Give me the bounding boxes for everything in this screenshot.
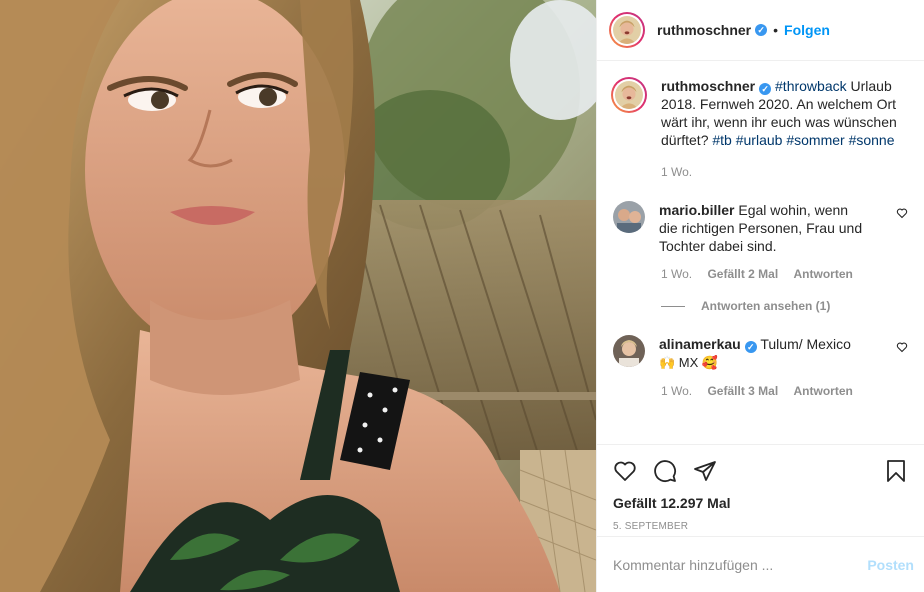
reply-button[interactable]: Antworten bbox=[794, 267, 853, 281]
comment-time[interactable]: 1 Wo. bbox=[661, 267, 692, 281]
comment-item: alinamerkau ✓ Tulum/ Mexico 🙌 MX 🥰 bbox=[611, 335, 908, 372]
view-replies[interactable]: Antworten ansehen (1) bbox=[661, 299, 908, 313]
comment-likes[interactable]: Gefällt 2 Mal bbox=[707, 267, 778, 281]
caption-text: ruthmoschner ✓ #throwback Urlaub 2018. Fe… bbox=[661, 77, 908, 149]
follow-button[interactable]: Folgen bbox=[784, 22, 830, 38]
comment-body: Tulum/ Mexico bbox=[756, 336, 851, 352]
hashtag-sonne[interactable]: #sonne bbox=[849, 132, 895, 148]
commenter-avatar[interactable] bbox=[613, 201, 645, 233]
comment-text: alinamerkau ✓ Tulum/ Mexico 🙌 MX 🥰 bbox=[659, 335, 869, 372]
heart-icon[interactable] bbox=[613, 459, 637, 483]
caption-avatar-inner bbox=[613, 79, 645, 111]
hashtag-urlaub[interactable]: #urlaub bbox=[736, 132, 783, 148]
view-replies-label: Antworten ansehen (1) bbox=[701, 299, 831, 313]
heart-icon[interactable] bbox=[896, 207, 908, 219]
comment-meta: 1 Wo. Gefällt 2 Mal Antworten bbox=[661, 267, 908, 281]
post-date[interactable]: 5. SEPTEMBER bbox=[613, 521, 908, 532]
post-photo-illustration bbox=[0, 0, 596, 592]
comments-section[interactable]: ruthmoschner ✓ #throwback Urlaub 2018. Fe… bbox=[597, 61, 924, 444]
bookmark-icon[interactable] bbox=[884, 459, 908, 483]
comment-emoji: 🙌 MX 🥰 bbox=[659, 355, 719, 370]
avatar-inner bbox=[611, 14, 643, 46]
comment-item: mario.biller Egal wohin, wenn die richti… bbox=[611, 201, 908, 255]
comment-icon[interactable] bbox=[653, 459, 677, 483]
post-username[interactable]: ruthmoschner bbox=[657, 22, 751, 38]
comment-time[interactable]: 1 Wo. bbox=[661, 384, 692, 398]
hashtag-tb[interactable]: #tb bbox=[712, 132, 731, 148]
caption-avatar-image bbox=[615, 81, 643, 109]
comment-likes[interactable]: Gefällt 3 Mal bbox=[707, 384, 778, 398]
avatar-image bbox=[613, 16, 641, 44]
heart-icon[interactable] bbox=[896, 341, 908, 353]
verified-icon: ✓ bbox=[755, 24, 768, 36]
comment-username[interactable]: mario.biller bbox=[659, 202, 734, 218]
add-comment-bar: Posten bbox=[597, 536, 924, 592]
caption-time[interactable]: 1 Wo. bbox=[661, 165, 692, 179]
separator-dot: • bbox=[773, 22, 779, 38]
comment-username[interactable]: alinamerkau bbox=[659, 336, 741, 352]
likes-count[interactable]: Gefällt 12.297 Mal bbox=[613, 495, 908, 511]
commenter-avatar[interactable] bbox=[613, 335, 645, 367]
caption-verified-icon: ✓ bbox=[759, 83, 772, 95]
avatar[interactable] bbox=[609, 12, 645, 48]
comment-input[interactable] bbox=[613, 556, 868, 573]
comment-verified-icon: ✓ bbox=[744, 341, 757, 353]
post-header: ruthmoschner ✓ • Folgen bbox=[597, 0, 924, 61]
share-icon[interactable] bbox=[693, 459, 717, 483]
caption: ruthmoschner ✓ #throwback Urlaub 2018. Fe… bbox=[611, 77, 908, 149]
caption-avatar[interactable] bbox=[611, 77, 647, 113]
post-actions: Gefällt 12.297 Mal 5. SEPTEMBER bbox=[597, 444, 924, 540]
comment-meta: 1 Wo. Gefällt 3 Mal Antworten bbox=[661, 384, 908, 398]
caption-username[interactable]: ruthmoschner bbox=[661, 78, 755, 94]
hashtag-sommer[interactable]: #sommer bbox=[786, 132, 844, 148]
action-icons bbox=[613, 457, 908, 485]
hashtag-throwback[interactable]: #throwback bbox=[775, 78, 847, 94]
replies-line bbox=[661, 305, 685, 307]
post-side-panel: ruthmoschner ✓ • Folgen ruthmoschner ✓ #… bbox=[596, 0, 924, 592]
reply-button[interactable]: Antworten bbox=[794, 384, 853, 398]
post-photo[interactable] bbox=[0, 0, 596, 592]
caption-meta: 1 Wo. bbox=[661, 165, 908, 179]
post-comment-button[interactable]: Posten bbox=[867, 557, 914, 573]
comment-text: mario.biller Egal wohin, wenn die richti… bbox=[659, 201, 869, 255]
